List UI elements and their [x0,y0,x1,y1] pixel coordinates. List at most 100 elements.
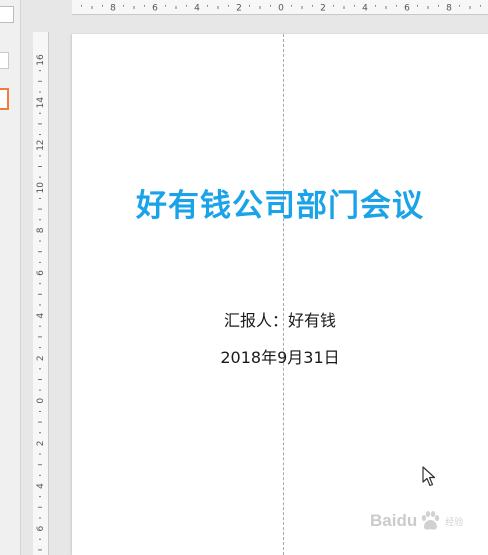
ruler-tick [38,549,42,551]
ruler-tick [217,6,219,9]
ruler-label: 0 [278,4,284,14]
ruler-tick [38,166,42,167]
ruler-tick [270,5,271,7]
ruler-tick [39,176,41,178]
horizontal-ruler[interactable]: 8 6 4 2 0 2 4 6 8 [72,0,488,15]
ruler-label: 16 [36,54,46,66]
ruler-tick [39,240,41,242]
ruler-tick [39,155,41,157]
ruler-tick [291,5,292,7]
ruler-label: 14 [36,97,46,109]
ruler-label: 4 [36,483,46,489]
ruler-tick [39,496,41,498]
ruler-tick [39,283,41,285]
ruler-tick [39,112,41,114]
watermark-sub: 经验 [445,516,464,527]
ruler-tick [343,6,345,9]
ruler-tick [38,379,42,380]
ruler-label: 4 [362,4,368,14]
ruler-tick [354,5,355,7]
ruler-tick [459,5,460,7]
ruler-tick [39,538,41,540]
ruler-tick [39,261,41,263]
ruler-label: 6 [404,4,410,14]
ruler-tick [186,5,187,7]
ruler-tick [259,6,261,9]
ruler-tick [81,5,82,7]
ruler-tick [38,421,42,423]
ruler-label: 10 [36,182,46,194]
ruler-tick [123,5,124,7]
watermark-brand: Baidu [370,511,418,530]
ruler-tick [38,123,42,125]
mouse-pointer-icon [422,466,436,487]
ruler-tick [39,70,41,72]
ruler-tick [91,6,93,9]
ruler-tick [38,208,42,210]
ruler-label: 8 [446,4,452,14]
ruler-tick [385,6,387,9]
ruler-tick [469,6,471,9]
slide-thumbnail-3-selected[interactable] [0,88,9,110]
ruler-tick [249,5,250,7]
ruler-tick [39,134,41,136]
ruler-label: 12 [36,139,46,150]
ruler-label: 0 [36,398,46,404]
baidu-paw-icon [422,511,440,530]
ruler-label: 2 [36,441,46,447]
ruler-label: 6 [36,270,46,276]
slide-reporter-line[interactable]: 汇报人：好有钱 [72,307,488,331]
ruler-tick [333,5,334,7]
slide-title[interactable]: 好有钱公司部门会议 [72,180,488,225]
ruler-tick [396,5,397,7]
ruler-tick [427,6,429,9]
ruler-label: 2 [320,4,326,14]
ruler-label: 4 [194,4,200,14]
slide-thumbnail-2[interactable] [0,52,9,69]
ruler-tick [39,410,41,412]
ruler-tick [301,6,303,9]
ruler-tick [38,80,42,82]
ruler-tick [39,432,41,434]
ruler-label: 6 [152,4,158,14]
ruler-tick [39,368,41,370]
ruler-tick [39,517,41,519]
ruler-tick [39,474,41,476]
ruler-tick [38,251,42,253]
ruler-label: 2 [36,355,46,361]
ruler-tick [207,5,208,7]
ruler-tick [38,506,42,508]
ruler-tick [39,325,41,327]
ruler-label: 6 [36,525,46,531]
ruler-tick [38,336,42,338]
ruler-tick [417,5,418,7]
ruler-tick [38,464,42,466]
horizontal-ruler-scale: 8 6 4 2 0 2 4 6 8 [81,4,481,14]
vertical-ruler-scale: 16 14 12 10 8 6 4 2 0 2 4 6 [36,54,46,551]
ruler-tick [175,6,177,9]
ruler-label: 4 [36,312,46,318]
ruler-tick [133,6,135,9]
ruler-label: 2 [236,4,242,14]
ruler-tick [39,304,41,306]
ruler-tick [39,197,41,199]
vertical-guide-line[interactable] [283,34,284,555]
slide-thumbnail-panel[interactable] [0,0,21,555]
ruler-tick [144,5,145,7]
ruler-label: 8 [110,4,116,14]
slide-thumbnail-1[interactable] [0,6,14,23]
ruler-tick [38,293,42,295]
ruler-tick [375,5,376,7]
baidu-jingyan-watermark: Baidu 经验 [370,506,463,536]
vertical-ruler[interactable]: 16 14 12 10 8 6 4 2 0 2 4 6 [33,32,49,555]
ruler-tick [438,5,439,7]
ruler-tick [39,453,41,455]
ruler-tick [39,219,41,221]
ruler-tick [480,5,481,7]
ruler-tick [165,5,166,7]
ruler-tick [228,5,229,7]
ruler-tick [39,347,41,349]
ruler-tick [39,91,41,93]
slide-date-line[interactable]: 2018年9月31日 [72,344,488,368]
ruler-tick [39,389,41,391]
